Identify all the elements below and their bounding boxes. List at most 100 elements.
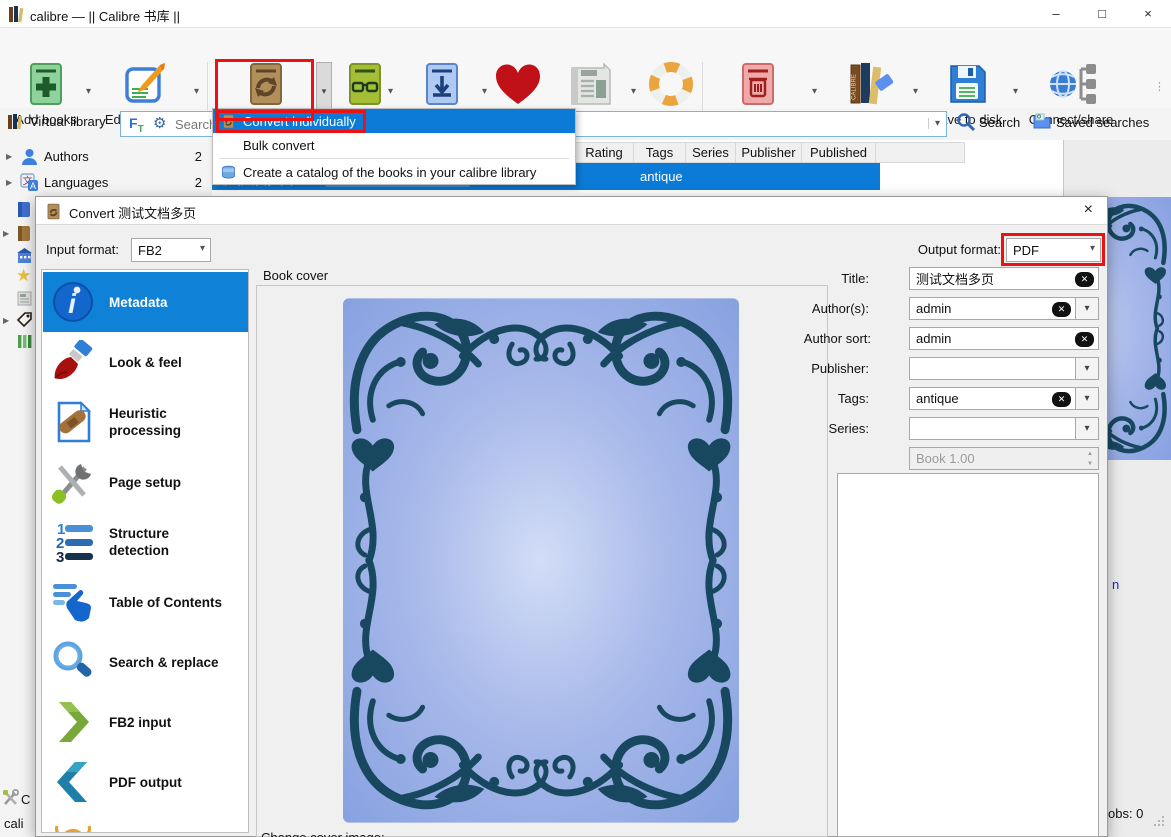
sidebar-item-metadata[interactable]: i Metadata [43, 272, 248, 332]
minimize-button[interactable]: – [1033, 0, 1079, 28]
expand-arrow-icon[interactable]: ▶ [6, 152, 12, 161]
expand-arrow-icon[interactable]: ▶ [6, 178, 12, 187]
add-books-dropdown[interactable]: ▾ [86, 86, 91, 97]
donate-heart-icon [494, 62, 542, 108]
author-sort-value: admin [916, 331, 951, 346]
sidebar-item-heuristic[interactable]: Heuristic processing [43, 392, 248, 452]
dialog-close-button[interactable]: × [1084, 201, 1093, 219]
authors-input[interactable]: admin ✕ [909, 297, 1076, 320]
title-value: 测试文档多页 [916, 269, 994, 288]
output-format-select[interactable]: PDF▾ [1006, 238, 1101, 262]
publisher-icon[interactable] [16, 247, 33, 264]
clear-icon[interactable]: ✕ [1052, 392, 1071, 407]
authors-count: 2 [195, 149, 202, 164]
languages-count: 2 [195, 175, 202, 190]
sidebar-item-structure[interactable]: 123 Structure detection [43, 512, 248, 572]
tags-icon[interactable] [16, 311, 33, 328]
toolbar-donate[interactable] [494, 62, 542, 113]
svg-text:A: A [30, 181, 36, 191]
resize-grip-icon[interactable] [1152, 814, 1166, 828]
library-dropdown[interactable]: ▾ [913, 86, 918, 97]
virtual-library-button[interactable]: Virtual library [30, 114, 106, 129]
identifiers-icon[interactable] [16, 333, 33, 350]
remove-books-dropdown[interactable]: ▾ [812, 86, 817, 97]
add-books-icon [23, 61, 69, 107]
save-to-disk-dropdown[interactable]: ▾ [1013, 86, 1018, 97]
menu-item-convert-individually[interactable]: Convert individually [213, 109, 575, 133]
details-cover-fragment [1108, 197, 1171, 460]
column-header-publisher[interactable]: Publisher [736, 142, 802, 163]
search-history-dropdown[interactable]: ▾ [928, 118, 940, 129]
languages-icon: 文A [20, 173, 39, 192]
title-input[interactable]: 测试文档多页 ✕ [909, 267, 1099, 290]
sidebar-item-debug[interactable]: Debug [43, 812, 248, 833]
configure-tools-icon[interactable] [2, 789, 20, 807]
input-format-select[interactable]: FB2▾ [131, 238, 211, 262]
edit-metadata-icon [122, 61, 168, 107]
clear-icon[interactable]: ✕ [1052, 302, 1071, 317]
spinner-arrows-icon[interactable]: ▲▼ [1087, 449, 1093, 469]
sidebar-item-label: PDF output [109, 774, 229, 791]
series-index-value: Book 1.00 [916, 451, 975, 466]
column-header-published[interactable]: Published [802, 142, 876, 163]
details-author-link-fragment[interactable]: n [1112, 577, 1119, 592]
maximize-button[interactable]: □ [1079, 0, 1125, 28]
tags-input[interactable]: antique ✕ [909, 387, 1076, 410]
expand-arrow-icon[interactable]: ▶ [3, 229, 9, 238]
tag-browser-languages[interactable]: ▶ 文A Languages 2 [0, 171, 210, 195]
toolbar-overflow[interactable]: ⋮ [1154, 80, 1165, 93]
series-book-icon[interactable] [16, 201, 33, 218]
clear-icon[interactable]: ✕ [1075, 332, 1094, 347]
numbered-list-icon: 123 [51, 520, 95, 564]
news-icon[interactable] [16, 290, 33, 307]
highlight-toggle-icon[interactable]: FT [129, 115, 144, 135]
metadata-info-icon: i [51, 280, 95, 324]
search-input[interactable]: Search [175, 117, 216, 132]
search-options-gear-icon[interactable]: ⚙ [153, 114, 166, 132]
convert-dialog-icon [45, 203, 62, 220]
column-header-series[interactable]: Series [686, 142, 736, 163]
menu-item-create-catalog[interactable]: Create a catalog of the books in your ca… [213, 160, 575, 184]
authors-dropdown[interactable]: ▾ [1075, 297, 1099, 320]
formats-book-icon[interactable] [16, 225, 33, 242]
comments-box[interactable] [837, 473, 1099, 837]
sidebar-item-look-feel[interactable]: Look & feel [43, 332, 248, 392]
author-sort-input[interactable]: admin ✕ [909, 327, 1099, 350]
column-header-tags[interactable]: Tags [634, 142, 686, 163]
sidebar-item-search-replace[interactable]: Search & replace [43, 632, 248, 692]
tag-browser-authors[interactable]: ▶ Authors 2 [0, 145, 210, 169]
window-title: calibre — || Calibre 书库 || [30, 6, 180, 25]
fetch-news-dropdown[interactable]: ▾ [631, 86, 636, 97]
sidebar-item-pdf-output[interactable]: PDF output [43, 752, 248, 812]
sidebar-item-fb2-input[interactable]: FB2 input [43, 692, 248, 752]
remove-books-icon [735, 61, 781, 107]
rating-star-icon[interactable]: ★ [16, 267, 33, 284]
search-button-icon[interactable] [956, 112, 976, 132]
saved-searches-button[interactable]: Saved searches [1056, 115, 1149, 130]
series-input[interactable] [909, 417, 1076, 440]
sidebar-item-toc[interactable]: Table of Contents [43, 572, 248, 632]
expand-arrow-icon[interactable]: ▶ [3, 316, 9, 325]
edit-metadata-dropdown[interactable]: ▾ [194, 86, 199, 97]
search-button[interactable]: Search [979, 115, 1020, 130]
sidebar-item-page-setup[interactable]: Page setup [43, 452, 248, 512]
column-header-rating[interactable]: Rating [575, 142, 634, 163]
clear-icon[interactable]: ✕ [1075, 272, 1094, 287]
jobs-status-fragment[interactable]: obs: 0 [1108, 806, 1143, 821]
series-dropdown[interactable]: ▾ [1075, 417, 1099, 440]
convert-books-icon [243, 61, 289, 107]
view-dropdown[interactable]: ▾ [388, 86, 393, 97]
series-index-spinner[interactable]: Book 1.00 ▲▼ [909, 447, 1099, 470]
tags-dropdown[interactable]: ▾ [1075, 387, 1099, 410]
close-button[interactable]: × [1125, 0, 1171, 28]
chevron-down-icon: ▾ [1084, 303, 1089, 314]
title-label: Title: [799, 271, 869, 286]
saved-searches-icon[interactable] [1032, 111, 1052, 131]
menu-item-bulk-convert[interactable]: Bulk convert [213, 133, 575, 157]
tag-browser-label: Languages [44, 175, 108, 190]
publisher-input[interactable] [909, 357, 1076, 380]
output-format-value: PDF [1013, 243, 1039, 258]
sidebar-item-label: Search & replace [109, 654, 229, 671]
publisher-dropdown[interactable]: ▾ [1075, 357, 1099, 380]
get-books-dropdown[interactable]: ▾ [482, 86, 487, 97]
